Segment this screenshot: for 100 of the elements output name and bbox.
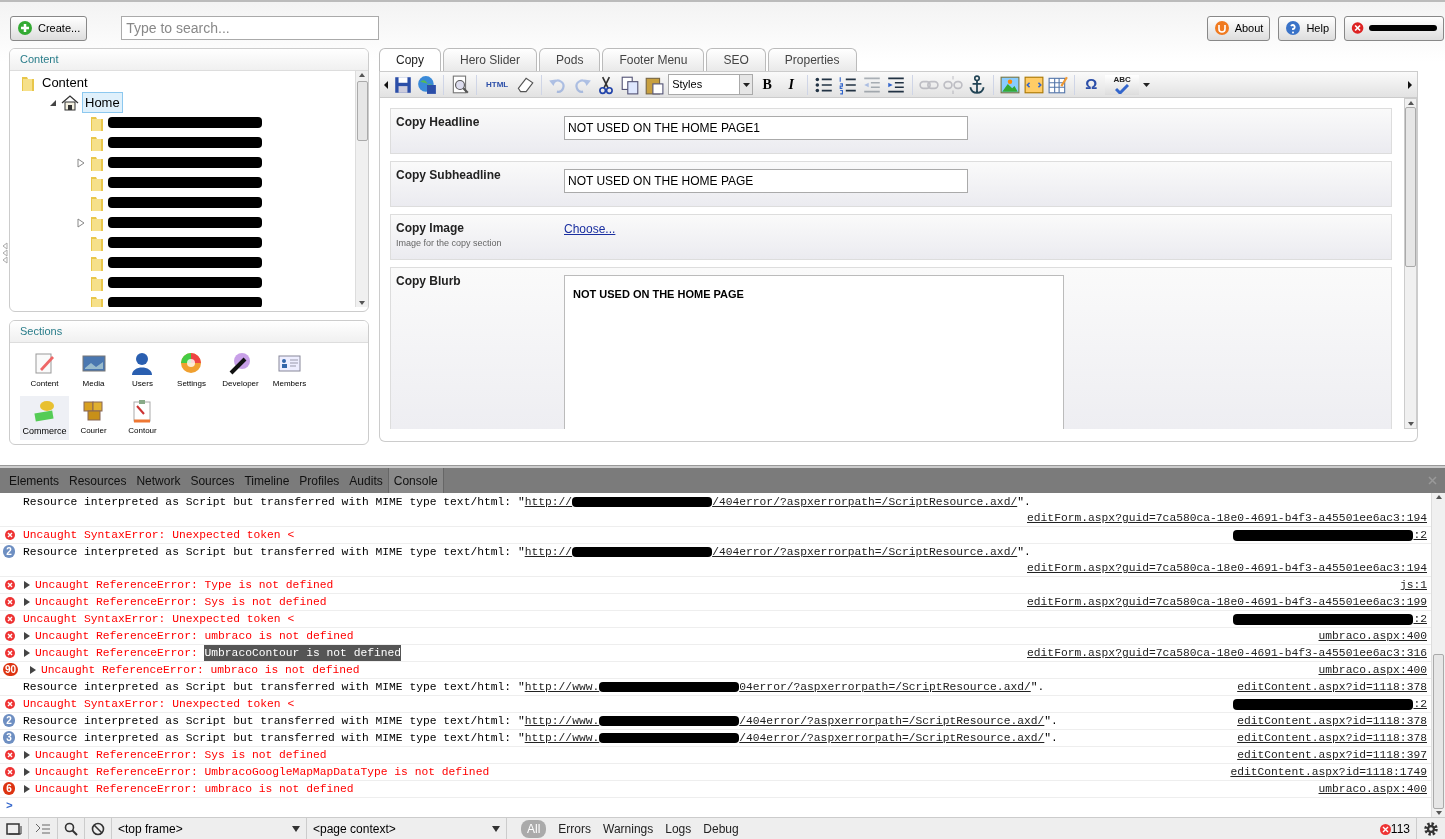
expand-icon[interactable] (23, 785, 31, 793)
pencil-page-icon (32, 350, 57, 376)
about-button[interactable]: About (1206, 15, 1271, 41)
scrollbar-thumb[interactable] (1405, 107, 1416, 267)
source-link[interactable]: editContent.aspx?id=1118:397 (1237, 747, 1427, 763)
devtools-tab[interactable]: Elements (4, 468, 65, 493)
devtools-tab[interactable]: Timeline (239, 468, 295, 493)
expand-icon[interactable] (23, 751, 31, 759)
caret-icon[interactable] (1143, 82, 1151, 87)
error-count[interactable]: 113 (1390, 820, 1410, 838)
section-item[interactable]: Settings (167, 348, 216, 392)
source-link[interactable]: :2 (1233, 696, 1427, 712)
rich-text-editor[interactable]: NOT USED ON THE HOME PAGE (564, 275, 1064, 429)
source-link[interactable]: editContent.aspx?id=1118:378 (1237, 679, 1427, 695)
section-item[interactable]: Commerce (20, 395, 69, 440)
source-link[interactable]: js:1 (1399, 577, 1427, 593)
devtools-tab[interactable]: Resources (64, 468, 132, 493)
scroll-down-icon[interactable] (358, 298, 366, 307)
source-link[interactable]: editForm.aspx?guid=7ca580ca-18e0-4691-b4f3-a45501ee6ac3:194 (1027, 510, 1427, 526)
devtools-tab[interactable]: Network (131, 468, 186, 493)
section-item[interactable]: Media (69, 348, 118, 392)
filter-button[interactable]: Warnings (603, 820, 654, 838)
copy-icon[interactable] (620, 74, 641, 95)
text-field[interactable]: NOT USED ON THE HOME PAGE1 (564, 116, 968, 140)
filter-button[interactable]: Debug (703, 820, 739, 838)
spellcheck-button[interactable]: ABC (1105, 74, 1140, 95)
filter-button[interactable]: Logs (665, 820, 692, 838)
section-item[interactable]: Users (118, 348, 167, 392)
editor-tab[interactable]: Footer Menu (602, 48, 705, 71)
editor-tab[interactable]: Hero Slider (443, 48, 538, 71)
source-link[interactable]: umbraco.aspx:400 (1318, 781, 1427, 797)
devtools-tab[interactable]: Console (387, 468, 444, 493)
section-item[interactable]: Contour (118, 395, 167, 440)
expand-icon[interactable] (23, 649, 31, 657)
filter-button[interactable]: Errors (558, 820, 591, 838)
expand-icon[interactable] (23, 598, 31, 606)
editor-tab[interactable]: Pods (539, 48, 601, 71)
source-link[interactable]: :2 (1233, 611, 1427, 627)
expand-icon[interactable] (29, 666, 37, 674)
section-item[interactable]: Developer (216, 348, 265, 392)
devtools-tab[interactable]: Audits (344, 468, 388, 493)
section-item[interactable]: Courier (69, 395, 118, 440)
expand-icon[interactable] (23, 768, 31, 776)
scroll-down-icon[interactable] (1406, 420, 1415, 428)
editor-tab[interactable]: Copy (379, 48, 441, 71)
dock-icon[interactable] (6, 822, 22, 836)
source-link[interactable]: :2 (1233, 527, 1427, 543)
expand-icon[interactable] (23, 632, 31, 640)
window-icon[interactable] (1024, 74, 1045, 95)
frame-dropdown[interactable]: <top frame> (112, 818, 307, 839)
scroll-right-icon[interactable] (1408, 80, 1413, 89)
section-item[interactable]: Members (265, 348, 314, 392)
logout-button[interactable] (1344, 15, 1444, 41)
source-link[interactable]: umbraco.aspx:400 (1318, 662, 1427, 678)
scrollbar-thumb[interactable] (1433, 654, 1444, 809)
context-dropdown[interactable]: <page context> (307, 818, 507, 839)
editor-tab[interactable]: Properties (767, 48, 857, 71)
italic-button[interactable]: I (781, 74, 802, 95)
field-label: Copy Headline (396, 114, 481, 131)
scroll-left-icon[interactable] (384, 80, 389, 89)
help-button[interactable]: Help (1278, 15, 1336, 41)
section-item[interactable]: Content (20, 348, 69, 392)
save-icon[interactable] (393, 74, 413, 95)
landscape-image-icon[interactable] (1000, 74, 1021, 95)
source-link[interactable]: editContent.aspx?id=1118:378 (1237, 730, 1427, 746)
symbol-button[interactable]: Ω (1081, 74, 1102, 95)
console-prompt[interactable]: > (0, 798, 1431, 814)
scrollbar[interactable] (355, 70, 368, 307)
text-field[interactable]: NOT USED ON THE HOME PAGE (564, 169, 968, 193)
bold-button[interactable]: B (757, 74, 778, 95)
search-field[interactable]: Type to search... (121, 16, 380, 40)
choose-link[interactable]: Choose... (564, 222, 616, 236)
expanded-icon[interactable] (49, 98, 57, 107)
devtools-tab[interactable]: Profiles (294, 468, 345, 493)
source-link[interactable]: editContent.aspx?id=1118:1749 (1230, 764, 1427, 780)
tree-item[interactable]: Content (39, 71, 91, 94)
devtools-tab[interactable]: Sources (185, 468, 240, 493)
source-link[interactable]: editForm.aspx?guid=7ca580ca-18e0-4691-b4f3-a45501ee6ac3:199 (1027, 594, 1427, 610)
source-link[interactable]: umbraco.aspx:400 (1318, 628, 1427, 644)
expand-icon[interactable] (23, 581, 31, 589)
globe-icon[interactable] (417, 74, 437, 95)
numbered-list-icon[interactable] (838, 74, 859, 95)
scrollbar-thumb[interactable] (356, 80, 368, 141)
scrollbar[interactable] (1431, 493, 1445, 817)
html-button[interactable]: HTML (483, 74, 512, 95)
search-icon[interactable] (64, 822, 78, 836)
clear-icon[interactable] (91, 822, 105, 836)
settings-icon[interactable] (1423, 821, 1439, 837)
drawer-icon[interactable] (35, 823, 51, 835)
styles-dropdown[interactable]: Styles (668, 74, 754, 95)
source-link[interactable]: editForm.aspx?guid=7ca580ca-18e0-4691-b4f3-a45501ee6ac3:194 (1027, 560, 1427, 576)
table-edit-icon[interactable] (1048, 74, 1069, 95)
editor-tab[interactable]: SEO (706, 48, 766, 71)
field-description: Image for the copy section (396, 237, 503, 250)
scrollbar[interactable] (1404, 98, 1417, 429)
create-button[interactable]: Create... (10, 15, 88, 41)
source-link[interactable]: editForm.aspx?guid=7ca580ca-18e0-4691-b4f3-a45501ee6ac3:316 (1027, 645, 1427, 661)
magnifier-page-icon[interactable] (450, 74, 470, 95)
tree-item[interactable]: Home (82, 91, 123, 114)
source-link[interactable]: editContent.aspx?id=1118:378 (1237, 713, 1427, 729)
